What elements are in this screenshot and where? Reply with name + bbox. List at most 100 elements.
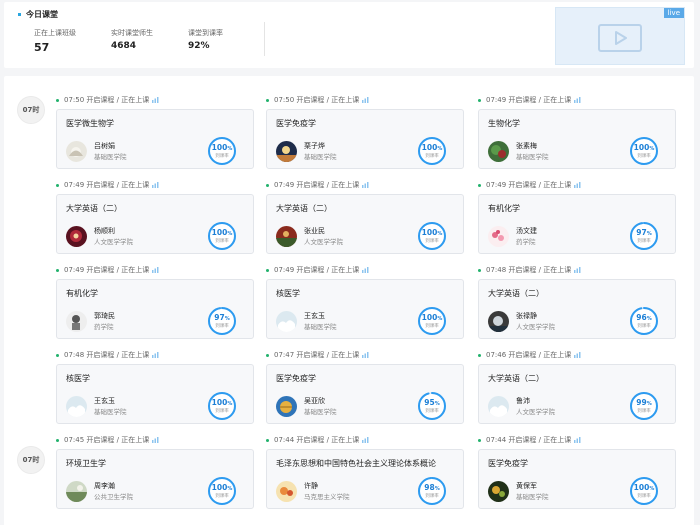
attendance-label: 到课率 bbox=[637, 324, 651, 329]
status-dot bbox=[478, 268, 481, 272]
avatar bbox=[66, 481, 87, 502]
teacher-name: 杨顺利 bbox=[94, 227, 115, 235]
attendance-ring: 100% 到课率 bbox=[629, 476, 659, 506]
school-name: 人文医学学院 bbox=[516, 408, 555, 416]
attendance-label: 到课率 bbox=[215, 239, 229, 244]
teacher-name: 张业民 bbox=[304, 227, 325, 235]
signal-icon bbox=[362, 182, 369, 188]
school-name: 基础医学院 bbox=[304, 408, 337, 416]
signal-icon bbox=[574, 267, 581, 273]
attendance-label: 到课率 bbox=[215, 324, 229, 329]
teacher-name: 王玄玉 bbox=[304, 312, 325, 320]
status-dot bbox=[478, 98, 481, 102]
teacher-name: 黄保军 bbox=[516, 482, 537, 490]
course-item: 07:49 开启课程 / 正在上课有机化学 汤文建 药学院 97% 到课率 bbox=[478, 179, 676, 254]
course-name: 医学免疫学 bbox=[276, 374, 316, 383]
teacher-name: 郭琦民 bbox=[94, 312, 115, 320]
signal-icon bbox=[574, 182, 581, 188]
attendance-label: 到课率 bbox=[215, 409, 229, 414]
avatar bbox=[276, 226, 297, 247]
start-time: 07:47 bbox=[274, 351, 295, 359]
course-name: 医学免疫学 bbox=[276, 119, 316, 128]
divider bbox=[264, 22, 265, 56]
course-card[interactable]: 有机化学 郭琦民 药学院 97% 到课率 bbox=[56, 279, 254, 339]
course-card[interactable]: 有机化学 汤文建 药学院 97% 到课率 bbox=[478, 194, 676, 254]
course-meta: 07:50 开启课程 / 正在上课 bbox=[56, 94, 254, 106]
course-meta: 07:49 开启课程 / 正在上课 bbox=[56, 179, 254, 191]
course-meta: 07:50 开启课程 / 正在上课 bbox=[266, 94, 464, 106]
attendance-label: 到课率 bbox=[425, 239, 439, 244]
attendance-label: 到课率 bbox=[637, 409, 651, 414]
stat-attendance-rate: 课堂到课率 92% bbox=[188, 28, 223, 51]
course-meta: 07:44 开启课程 / 正在上课 bbox=[478, 434, 676, 446]
avatar bbox=[276, 141, 297, 162]
status-dot bbox=[56, 268, 59, 272]
course-name: 大学英语（二） bbox=[66, 204, 122, 213]
status-dot bbox=[478, 438, 481, 442]
attendance-ring: 95% 到课率 bbox=[417, 391, 447, 421]
panel-title-text: 今日课堂 bbox=[26, 10, 58, 19]
signal-icon bbox=[574, 437, 581, 443]
course-card[interactable]: 医学免疫学 吴亚欣 基础医学院 95% 到课率 bbox=[266, 364, 464, 424]
avatar bbox=[488, 311, 509, 332]
course-card[interactable]: 生物化学 张素梅 基础医学院 100% 到课率 bbox=[478, 109, 676, 169]
course-card[interactable]: 大学英语（二） 鲁沛 人文医学学院 99% 到课率 bbox=[478, 364, 676, 424]
attendance-ring: 100% 到课率 bbox=[417, 221, 447, 251]
status-dot bbox=[56, 353, 59, 357]
course-meta: 07:49 开启课程 / 正在上课 bbox=[478, 179, 676, 191]
live-video-thumbnail[interactable]: live bbox=[555, 7, 685, 65]
course-meta: 07:44 开启课程 / 正在上课 bbox=[266, 434, 464, 446]
school-name: 马克思主义学院 bbox=[304, 493, 350, 501]
signal-icon bbox=[152, 352, 159, 358]
course-status: 开启课程 / 正在上课 bbox=[508, 96, 572, 104]
avatar bbox=[276, 396, 297, 417]
attendance-ring: 97% 到课率 bbox=[207, 306, 237, 336]
signal-icon bbox=[152, 182, 159, 188]
avatar bbox=[66, 226, 87, 247]
course-card[interactable]: 核医学 王玄玉 基础医学院 100% 到课率 bbox=[266, 279, 464, 339]
course-card[interactable]: 医学微生物学 吕树娟 基础医学院 100% 到课率 bbox=[56, 109, 254, 169]
status-dot bbox=[266, 183, 269, 187]
course-card[interactable]: 毛泽东思想和中国特色社会主义理论体系概论 许静 马克思主义学院 98% 到课率 bbox=[266, 449, 464, 509]
course-card[interactable]: 医学免疫学 黄保军 基础医学院 100% 到课率 bbox=[478, 449, 676, 509]
attendance-percent: 96% bbox=[636, 313, 652, 322]
attendance-percent: 100% bbox=[421, 313, 443, 322]
course-card[interactable]: 大学英语（二） 张业民 人文医学学院 100% 到课率 bbox=[266, 194, 464, 254]
course-item: 07:49 开启课程 / 正在上课 大学英语（二） 张业民 人文医学学院 100% 到课率 bbox=[266, 179, 464, 254]
avatar bbox=[66, 396, 87, 417]
attendance-percent: 99% bbox=[636, 398, 652, 407]
course-card[interactable]: 环境卫生学 周李瀚 公共卫生学院 100% 到课率 bbox=[56, 449, 254, 509]
teacher-name: 王玄玉 bbox=[94, 397, 115, 405]
attendance-label: 到课率 bbox=[425, 324, 439, 329]
course-card[interactable]: 大学英语（二） 杨顺利 人文医学学院 100% 到课率 bbox=[56, 194, 254, 254]
course-name: 大学英语（二） bbox=[488, 374, 544, 383]
attendance-percent: 97% bbox=[214, 313, 230, 322]
course-meta: 07:49 开启课程 / 正在上课 bbox=[56, 264, 254, 276]
avatar bbox=[66, 141, 87, 162]
start-time: 07:49 bbox=[486, 181, 507, 189]
play-icon[interactable] bbox=[598, 24, 642, 52]
live-badge: live bbox=[663, 8, 684, 18]
attendance-ring: 100% 到课率 bbox=[417, 136, 447, 166]
course-name: 大学英语（二） bbox=[488, 289, 544, 298]
school-name: 人文医学学院 bbox=[304, 238, 343, 246]
stat-label: 课堂到课率 bbox=[188, 29, 223, 37]
signal-icon bbox=[362, 437, 369, 443]
course-card[interactable]: 核医学 王玄玉 基础医学院 100% 到课率 bbox=[56, 364, 254, 424]
status-dot bbox=[478, 353, 481, 357]
status-dot bbox=[56, 438, 59, 442]
start-time: 07:46 bbox=[486, 351, 507, 359]
school-name: 基础医学院 bbox=[516, 153, 549, 161]
start-time: 07:49 bbox=[486, 96, 507, 104]
course-card[interactable]: 医学免疫学 栗子烨 基础医学院 100% 到课率 bbox=[266, 109, 464, 169]
course-item: 07:48 开启课程 / 正在上课 核医学 王玄玉 基础医学院 100% 到课率 bbox=[56, 349, 254, 424]
course-card[interactable]: 大学英语（二） 张禄静 人文医学学院 96% 到课率 bbox=[478, 279, 676, 339]
school-name: 药学院 bbox=[94, 323, 114, 331]
signal-icon bbox=[152, 267, 159, 273]
stat-label: 实时课堂师生 bbox=[111, 29, 153, 37]
attendance-percent: 100% bbox=[633, 483, 655, 492]
signal-icon bbox=[574, 352, 581, 358]
time-badge: 07时 bbox=[17, 96, 45, 124]
stat-value: 4684 bbox=[111, 41, 137, 51]
course-item: 07:48 开启课程 / 正在上课 大学英语（二） 张禄静 人文医学学院 96% 到课率 bbox=[478, 264, 676, 339]
